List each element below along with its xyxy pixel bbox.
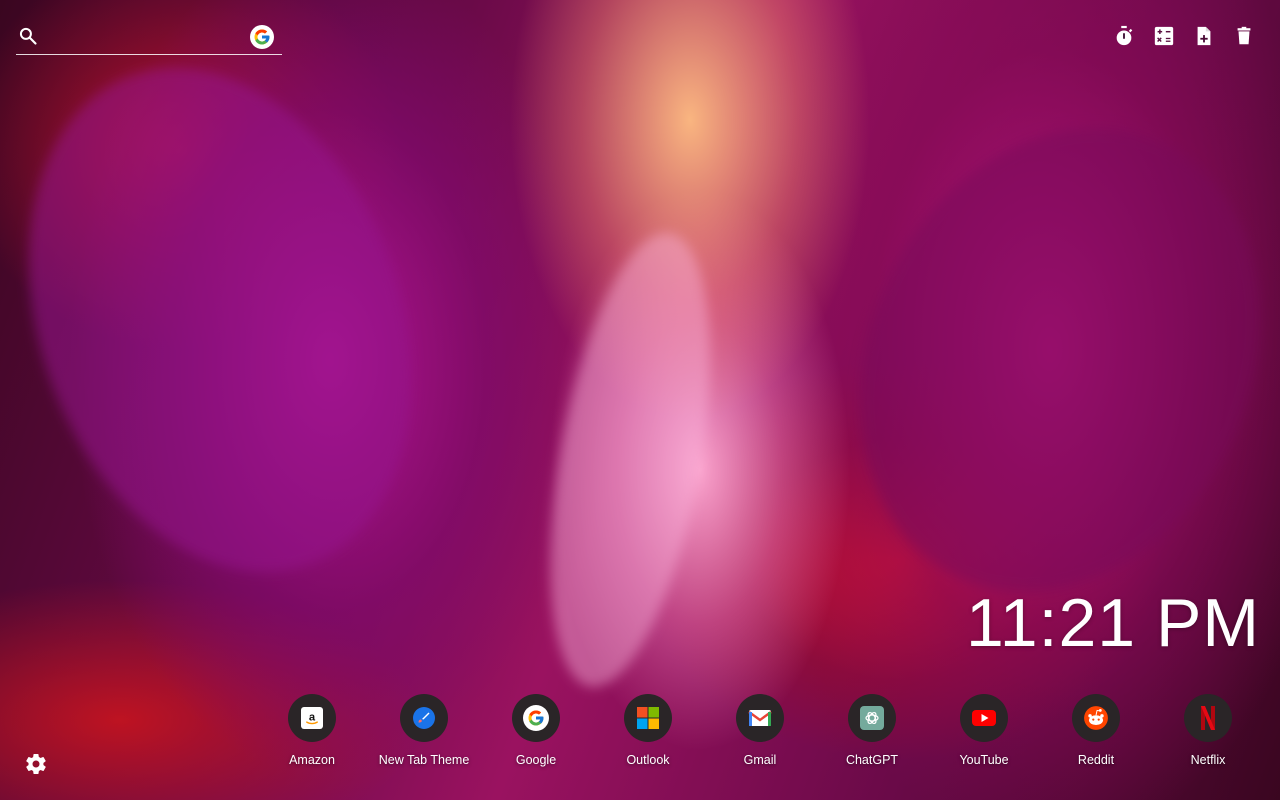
shortcut-label: Google xyxy=(515,753,557,767)
shortcut-icon-circle: a xyxy=(288,694,336,742)
shortcut-outlook[interactable]: Outlook xyxy=(592,694,704,767)
shortcut-icon-circle xyxy=(624,694,672,742)
top-toolbar xyxy=(1112,24,1256,48)
shortcut-chatgpt[interactable]: ChatGPT xyxy=(816,694,928,767)
gear-icon[interactable] xyxy=(24,752,48,776)
shortcut-icon-circle xyxy=(736,694,784,742)
search-icon[interactable] xyxy=(18,26,38,46)
search-input[interactable] xyxy=(46,24,250,50)
shortcut-amazon[interactable]: a Amazon xyxy=(256,694,368,767)
shortcut-icon-circle xyxy=(848,694,896,742)
shortcut-icon-circle xyxy=(400,694,448,742)
google-icon xyxy=(523,705,549,731)
wallpaper-rock-wave xyxy=(786,62,1280,658)
youtube-icon xyxy=(972,710,996,726)
shortcut-youtube[interactable]: YouTube xyxy=(928,694,1040,767)
shortcut-new-tab-theme[interactable]: New Tab Theme xyxy=(368,694,480,767)
search-bar xyxy=(16,20,282,55)
shortcut-label: Gmail xyxy=(743,753,777,767)
clock-display: 11:21 PM xyxy=(965,585,1260,661)
shortcut-dock: a Amazon New Tab Theme Google Outlook Gm… xyxy=(256,694,1264,767)
wallpaper-rock-wave xyxy=(0,14,479,626)
calculator-icon[interactable] xyxy=(1152,24,1176,48)
shortcut-label: YouTube xyxy=(959,753,1009,767)
shortcut-label: Reddit xyxy=(1077,753,1115,767)
shortcut-label: Amazon xyxy=(289,753,335,767)
wallpaper-light-beam xyxy=(521,221,739,699)
svg-text:a: a xyxy=(309,711,316,723)
reddit-icon xyxy=(1084,706,1108,730)
shortcut-netflix[interactable]: Netflix xyxy=(1152,694,1264,767)
google-g-icon[interactable] xyxy=(250,25,274,49)
paintbrush-icon xyxy=(413,707,435,729)
shortcut-icon-circle xyxy=(512,694,560,742)
shortcut-icon-circle xyxy=(1072,694,1120,742)
note-add-icon[interactable] xyxy=(1192,24,1216,48)
netflix-icon xyxy=(1201,706,1215,730)
shortcut-icon-circle xyxy=(1184,694,1232,742)
shortcut-google[interactable]: Google xyxy=(480,694,592,767)
chatgpt-icon xyxy=(860,706,884,730)
gmail-icon xyxy=(748,710,772,726)
wallpaper-background xyxy=(0,0,1280,800)
shortcut-label: ChatGPT xyxy=(845,753,899,767)
amazon-icon: a xyxy=(301,707,323,729)
microsoft-icon xyxy=(637,707,659,729)
shortcut-icon-circle xyxy=(960,694,1008,742)
trash-icon[interactable] xyxy=(1232,24,1256,48)
shortcut-label: New Tab Theme xyxy=(378,753,470,767)
shortcut-label: Netflix xyxy=(1190,753,1226,767)
shortcut-reddit[interactable]: Reddit xyxy=(1040,694,1152,767)
stopwatch-icon[interactable] xyxy=(1112,24,1136,48)
shortcut-label: Outlook xyxy=(626,753,670,767)
shortcut-gmail[interactable]: Gmail xyxy=(704,694,816,767)
